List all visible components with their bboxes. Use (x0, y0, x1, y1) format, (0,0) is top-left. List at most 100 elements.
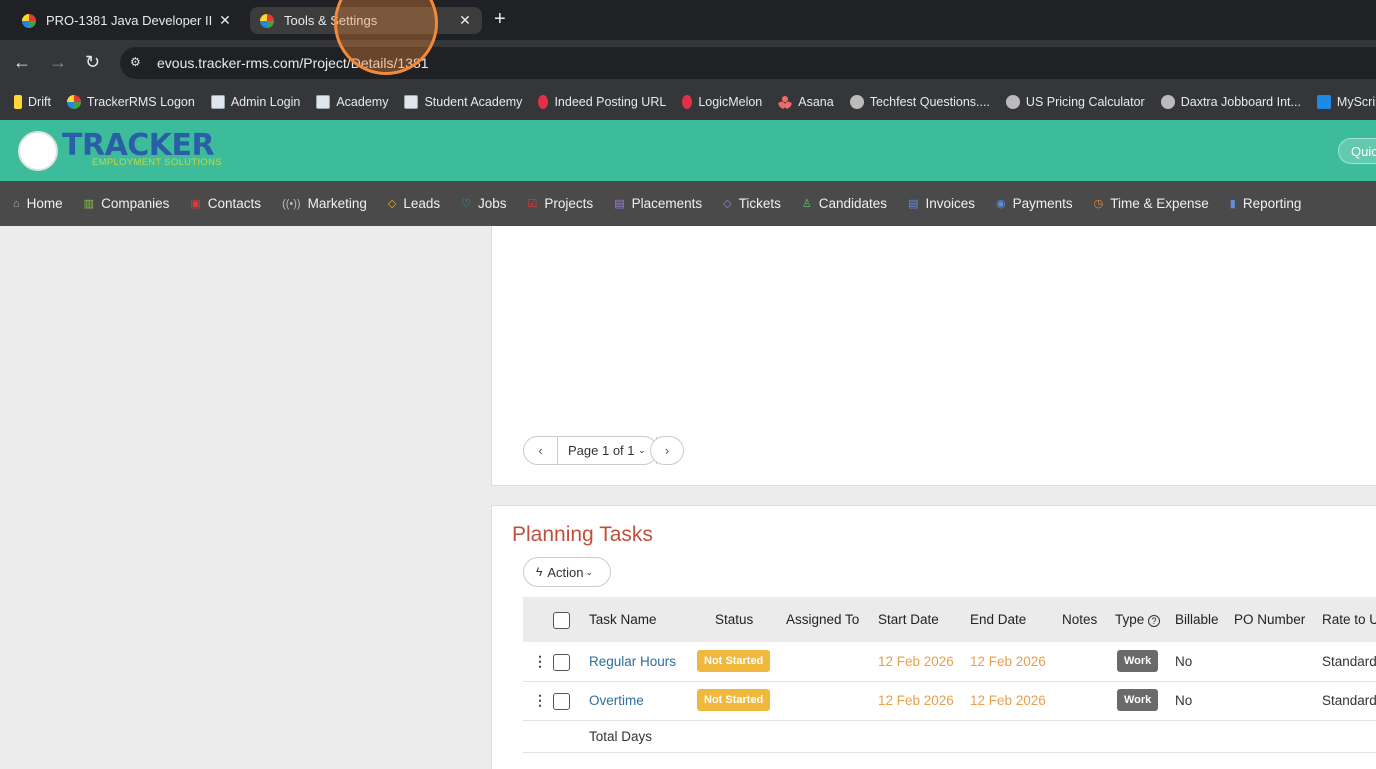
menu-icon: ▤ (908, 198, 919, 210)
bookmark-item[interactable]: TrackerRMS Logon (66, 95, 195, 109)
logo-subtitle: EMPLOYMENT SOLUTIONS (92, 157, 222, 168)
menu-label: Marketing (307, 196, 367, 211)
menu-icon: ♡ (461, 198, 471, 210)
menu-label: Invoices (925, 196, 975, 211)
page-icon (316, 95, 331, 109)
bookmark-item[interactable]: Indeed Posting URL (538, 95, 666, 109)
type-badge: Work (1117, 689, 1159, 711)
menu-item-invoices[interactable]: ▤ Invoices (908, 196, 975, 211)
bookmark-label: Admin Login (230, 95, 301, 109)
menu-label: Projects (544, 196, 594, 211)
bookmark-item[interactable]: LogicMelon (682, 95, 762, 109)
bookmark-item[interactable]: Academy (316, 95, 388, 109)
menu-label: Payments (1012, 196, 1073, 211)
menu-item-jobs[interactable]: ♡ Jobs (461, 196, 506, 211)
tracker-logo-icon[interactable] (18, 131, 58, 171)
menu-item-payments[interactable]: ◉ Payments (996, 196, 1073, 211)
start-date: 12 Feb 2026 (878, 693, 954, 708)
action-button[interactable]: ϟ Action ⌄ (523, 557, 611, 587)
col-type[interactable]: Type ? (1115, 612, 1161, 627)
url-bar[interactable]: ⚙ evous.tracker-rms.com/Project/Details/… (120, 47, 1376, 79)
menu-item-reporting[interactable]: ▮ Reporting (1230, 196, 1302, 211)
menu-item-contacts[interactable]: ▣ Contacts (190, 196, 261, 211)
menu-icon: ◉ (996, 198, 1006, 210)
menu-label: Candidates (818, 196, 888, 211)
prev-page-button[interactable]: ‹ (524, 437, 557, 464)
col-notes[interactable]: Notes (1062, 612, 1097, 627)
menu-item-time-expense[interactable]: ◷ Time & Expense (1094, 196, 1209, 211)
bookmark-item[interactable]: Asana (778, 95, 834, 109)
row-checkbox[interactable] (553, 693, 570, 710)
col-task-name[interactable]: Task Name (589, 612, 657, 627)
close-tab-icon[interactable]: ✕ (218, 12, 232, 29)
bookmark-item[interactable]: Student Academy (404, 95, 522, 109)
bookmark-item[interactable]: Drift (14, 95, 51, 109)
bookmark-item[interactable]: Admin Login (210, 95, 301, 109)
task-name-link[interactable]: Overtime (589, 693, 644, 708)
menu-icon: ☑ (527, 198, 538, 210)
menu-item-projects[interactable]: ☑ Projects (528, 196, 594, 211)
reload-icon[interactable]: ↻ (85, 52, 100, 72)
select-all-checkbox[interactable] (553, 612, 570, 629)
menu-item-candidates[interactable]: ♙ Candidates (802, 196, 887, 211)
next-page-button[interactable]: › (650, 436, 684, 465)
menu-label: Companies (101, 196, 170, 211)
pager: ‹ Page 1 of 1 ⌄ (523, 436, 658, 465)
menu-item-tickets[interactable]: ◇ Tickets (723, 196, 781, 211)
bookmarks-bar: Drift TrackerRMS Logon Admin Login Acade… (0, 84, 1376, 120)
bookmark-label: Academy (336, 95, 389, 109)
myscripp-icon (1316, 95, 1331, 109)
quick-search-button[interactable]: Quic (1338, 138, 1376, 164)
bookmark-label: Asana (798, 95, 834, 109)
col-end-date[interactable]: End Date (970, 612, 1026, 627)
row-checkbox[interactable] (553, 654, 570, 671)
status-badge: Not Started (697, 650, 771, 672)
billable-value: No (1175, 693, 1193, 708)
status-badge: Not Started (697, 689, 771, 711)
rate-value: Standard (1322, 693, 1376, 708)
task-name-link[interactable]: Regular Hours (589, 654, 676, 669)
asana-icon (778, 95, 793, 109)
menu-item-home[interactable]: ⌂ Home (13, 196, 63, 211)
back-arrow-icon[interactable]: ← (13, 52, 31, 72)
menu-item-companies[interactable]: ▥ Companies (84, 196, 170, 211)
end-date: 12 Feb 2026 (970, 693, 1046, 708)
browser-tab-active[interactable]: PRO-1381 Java Developer II ✕ (12, 7, 242, 34)
page-label: Page 1 of 1 (568, 443, 635, 458)
menu-icon: ▣ (190, 198, 201, 210)
page-select[interactable]: Page 1 of 1 ⌄ (557, 437, 657, 464)
menu-label: Reporting (1242, 196, 1302, 211)
menu-item-leads[interactable]: ◇ Leads (388, 196, 440, 211)
planning-tasks-title: Planning Tasks (512, 523, 653, 546)
page-icon (210, 95, 225, 109)
row-menu-icon[interactable]: ⋮ (533, 653, 547, 670)
total-days-label: Total Days (589, 729, 653, 744)
menu-item-marketing[interactable]: ((•)) Marketing (282, 196, 367, 211)
menu-icon: ▥ (83, 198, 95, 210)
end-date: 12 Feb 2026 (970, 654, 1046, 669)
menu-icon: ((•)) (282, 197, 301, 210)
col-po-number[interactable]: PO Number (1234, 612, 1305, 627)
bookmark-item[interactable]: US Pricing Calculator (1005, 95, 1145, 109)
menu-item-placements[interactable]: ▤ Placements (614, 196, 702, 211)
row-menu-icon[interactable]: ⋮ (533, 692, 547, 709)
col-rate[interactable]: Rate to U (1322, 612, 1376, 627)
bookmark-item[interactable]: MyScripp (1316, 95, 1376, 109)
help-circle-icon[interactable]: ? (1148, 615, 1161, 627)
col-start-date[interactable]: Start Date (878, 612, 939, 627)
bookmark-item[interactable]: Techfest Questions.... (849, 95, 990, 109)
col-assigned-to[interactable]: Assigned To (786, 612, 859, 627)
new-tab-icon[interactable]: + (494, 9, 506, 29)
bookmark-label: Indeed Posting URL (554, 95, 667, 109)
type-badge: Work (1117, 650, 1159, 672)
forward-arrow-icon[interactable]: → (49, 52, 67, 72)
bookmark-label: MyScripp (1336, 95, 1376, 109)
menu-label: Contacts (207, 196, 262, 211)
site-info-icon[interactable]: ⚙ (130, 55, 146, 71)
main-menu: ⌂ Home ▥ Companies ▣ Contacts ((•)) Marketing ◇ L… (0, 181, 1376, 226)
col-billable[interactable]: Billable (1175, 612, 1219, 627)
col-status[interactable]: Status (715, 612, 753, 627)
close-tab-icon[interactable]: ✕ (458, 12, 472, 29)
menu-label: Leads (403, 196, 441, 211)
bookmark-item[interactable]: Daxtra Jobboard Int... (1160, 95, 1301, 109)
